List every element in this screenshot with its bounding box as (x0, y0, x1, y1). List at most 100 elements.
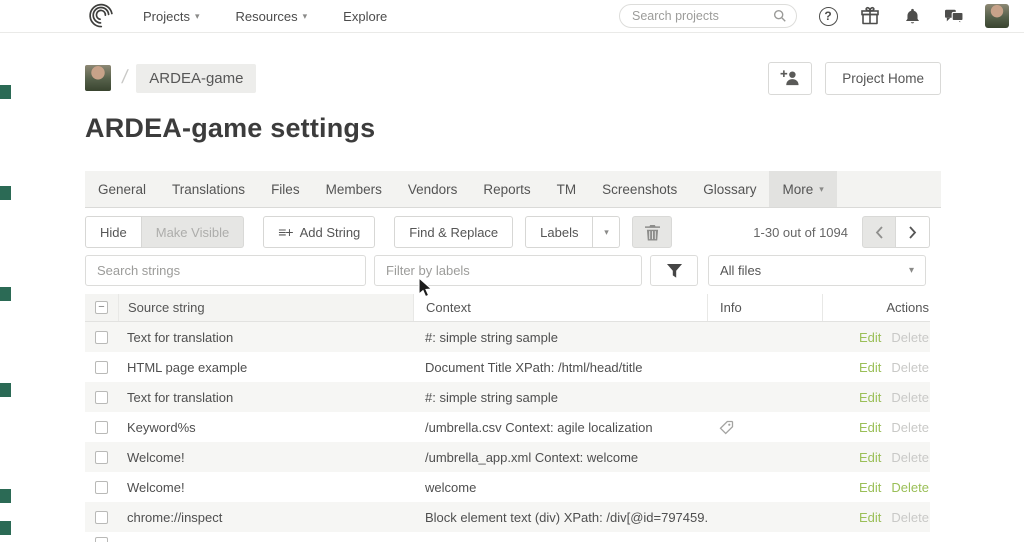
tab-members[interactable]: Members (313, 171, 395, 207)
tab-screenshots[interactable]: Screenshots (589, 171, 690, 207)
filter-labels-input[interactable] (386, 263, 630, 278)
source-string-cell[interactable]: Keyword%s (118, 420, 413, 435)
table-row: Welcome! /umbrella_app.xml Context: welc… (85, 442, 930, 472)
advanced-filter-button[interactable] (650, 255, 698, 286)
row-checkbox[interactable] (95, 451, 108, 464)
delete-link[interactable]: Delete (891, 390, 929, 405)
delete-link[interactable]: Delete (891, 360, 929, 375)
tab-general[interactable]: General (85, 171, 159, 207)
chevron-right-icon (908, 226, 917, 239)
notifications-bell-icon[interactable] (901, 5, 923, 27)
edge-marker (0, 287, 11, 301)
labels-button[interactable]: Labels (525, 216, 593, 248)
context-header[interactable]: Context (413, 294, 707, 321)
row-checkbox-cell (85, 511, 118, 524)
tab-vendors[interactable]: Vendors (395, 171, 471, 207)
edit-link[interactable]: Edit (859, 420, 881, 435)
source-string-cell[interactable]: Text for translation (118, 390, 413, 405)
table-body: Text for translation #: simple string sa… (85, 322, 930, 532)
source-string-cell[interactable]: Welcome! (118, 450, 413, 465)
source-string-cell[interactable]: chrome://inspect (118, 510, 413, 525)
top-navbar: Projects ▾ Resources ▾ Explore ? (0, 0, 1024, 33)
crowdin-logo[interactable] (85, 2, 115, 30)
context-cell: /umbrella_app.xml Context: welcome (413, 450, 707, 465)
strings-table: − Source string Context Info Actions Tex… (85, 294, 930, 542)
nav-resources[interactable]: Resources ▾ (236, 9, 308, 24)
hide-button[interactable]: Hide (85, 216, 142, 248)
chevron-down-icon: ▾ (195, 12, 200, 21)
breadcrumb-project[interactable]: ARDEA-game (136, 64, 256, 93)
edit-link[interactable]: Edit (859, 510, 881, 525)
edit-link[interactable]: Edit (859, 390, 881, 405)
search-strings-input[interactable] (97, 263, 354, 278)
add-string-button[interactable]: ≡+ Add String (263, 216, 375, 248)
row-actions: Edit Delete (822, 390, 930, 405)
info-cell (707, 420, 822, 435)
invite-member-button[interactable] (768, 62, 812, 95)
row-checkbox[interactable] (95, 537, 108, 542)
funnel-icon (666, 263, 683, 279)
question-mark-icon: ? (819, 7, 838, 26)
delete-strings-button[interactable] (632, 216, 672, 248)
nav-explore-label: Explore (343, 9, 387, 24)
project-home-button[interactable]: Project Home (825, 62, 941, 95)
tab-tm[interactable]: TM (544, 171, 590, 207)
tab-translations[interactable]: Translations (159, 171, 258, 207)
file-filter-value: All files (720, 263, 761, 278)
source-string-header[interactable]: Source string (118, 294, 413, 321)
select-all-checkbox[interactable]: − (95, 301, 108, 314)
label-tag-icon (719, 420, 734, 435)
delete-link[interactable]: Delete (891, 510, 929, 525)
row-checkbox[interactable] (95, 421, 108, 434)
next-page-button[interactable] (896, 216, 930, 248)
edit-link[interactable]: Edit (859, 330, 881, 345)
delete-link[interactable]: Delete (891, 420, 929, 435)
settings-tabbar: General Translations Files Members Vendo… (85, 171, 941, 208)
source-string-cell[interactable]: HTML page example (118, 360, 413, 375)
partial-next-row (85, 532, 930, 542)
find-replace-button[interactable]: Find & Replace (394, 216, 513, 248)
row-checkbox[interactable] (95, 481, 108, 494)
tab-glossary[interactable]: Glossary (690, 171, 769, 207)
edit-link[interactable]: Edit (859, 480, 881, 495)
source-string-cell[interactable]: Welcome! (118, 480, 413, 495)
search-strings-field[interactable] (85, 255, 366, 286)
source-string-cell[interactable]: Text for translation (118, 330, 413, 345)
labels-caret-button[interactable]: ▾ (593, 216, 620, 248)
row-actions: Edit Delete (822, 450, 930, 465)
row-checkbox-cell (85, 451, 118, 464)
table-row: Welcome! welcome Edit Delete (85, 472, 930, 502)
project-avatar[interactable] (85, 65, 111, 91)
row-checkbox[interactable] (95, 511, 108, 524)
gift-icon[interactable] (859, 5, 881, 27)
tab-label: Members (326, 182, 382, 197)
filter-labels-field[interactable] (374, 255, 642, 286)
row-checkbox-cell (85, 481, 118, 494)
prev-page-button[interactable] (862, 216, 896, 248)
row-checkbox[interactable] (95, 391, 108, 404)
add-string-icon: ≡+ (278, 224, 292, 240)
messages-icon[interactable] (943, 5, 965, 27)
make-visible-button[interactable]: Make Visible (142, 216, 244, 248)
tab-label: General (98, 182, 146, 197)
row-checkbox[interactable] (95, 331, 108, 344)
help-icon[interactable]: ? (817, 5, 839, 27)
delete-link[interactable]: Delete (891, 330, 929, 345)
edit-link[interactable]: Edit (859, 360, 881, 375)
user-avatar[interactable] (985, 4, 1009, 28)
edit-link[interactable]: Edit (859, 450, 881, 465)
tab-reports[interactable]: Reports (470, 171, 543, 207)
tab-files[interactable]: Files (258, 171, 313, 207)
tab-more[interactable]: More ▾ (769, 171, 836, 207)
project-search[interactable] (619, 4, 797, 28)
row-checkbox[interactable] (95, 361, 108, 374)
file-filter-select[interactable]: All files ▾ (708, 255, 926, 286)
project-search-input[interactable] (632, 9, 773, 23)
nav-explore[interactable]: Explore (343, 9, 387, 24)
delete-link[interactable]: Delete (891, 450, 929, 465)
context-cell: /umbrella.csv Context: agile localizatio… (413, 420, 707, 435)
nav-resources-label: Resources (236, 9, 298, 24)
nav-projects[interactable]: Projects ▾ (143, 9, 200, 24)
delete-link[interactable]: Delete (891, 480, 929, 495)
row-actions: Edit Delete (822, 510, 930, 525)
